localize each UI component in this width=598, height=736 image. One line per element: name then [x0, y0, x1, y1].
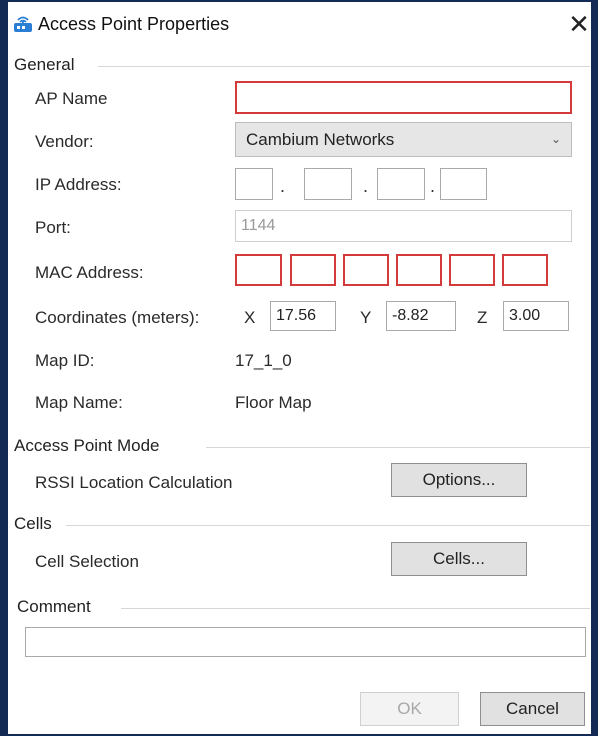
ip-separator: .	[363, 176, 369, 196]
coord-x-input[interactable]: 17.56	[270, 301, 336, 331]
general-group-header: General	[14, 55, 81, 75]
mac-part-2-input[interactable]	[290, 254, 336, 286]
ap-name-label: AP Name	[35, 89, 108, 108]
cancel-button[interactable]: Cancel	[480, 692, 585, 726]
chevron-down-icon: ⌄	[550, 132, 561, 146]
ip-octet-4-input[interactable]	[440, 168, 487, 200]
dialog-title: Access Point Properties	[38, 14, 230, 34]
mac-part-4-input[interactable]	[396, 254, 442, 286]
mode-group-divider	[206, 447, 590, 448]
mac-part-6-input[interactable]	[502, 254, 548, 286]
port-label: Port:	[35, 218, 71, 237]
rssi-calculation-label: RSSI Location Calculation	[35, 473, 233, 492]
map-name-value: Floor Map	[235, 393, 312, 412]
cells-group-divider	[66, 525, 590, 526]
map-id-value: 17_1_0	[235, 351, 292, 370]
cells-button[interactable]: Cells...	[391, 542, 527, 576]
mac-part-5-input[interactable]	[449, 254, 495, 286]
coord-y-label: Y	[360, 308, 372, 327]
access-point-properties-dialog: Access Point Properties ✕ General AP Nam…	[0, 0, 598, 736]
ip-octet-3-input[interactable]	[377, 168, 425, 200]
vendor-select[interactable]: Cambium Networks ⌄	[235, 122, 572, 157]
access-point-icon	[12, 12, 34, 34]
map-name-label: Map Name:	[35, 393, 123, 412]
map-id-label: Map ID:	[35, 351, 95, 370]
cell-selection-label: Cell Selection	[35, 552, 139, 571]
ip-octet-2-input[interactable]	[304, 168, 352, 200]
coord-x-label: X	[244, 308, 256, 327]
vendor-label: Vendor:	[35, 132, 94, 151]
cells-group-header: Cells	[14, 514, 58, 534]
ap-name-input[interactable]	[235, 81, 572, 114]
coord-z-label: Z	[477, 308, 488, 327]
ip-separator: .	[430, 176, 436, 196]
vendor-selected-value: Cambium Networks	[246, 130, 395, 149]
mode-group-header: Access Point Mode	[14, 436, 166, 456]
ip-address-label: IP Address:	[35, 175, 122, 194]
mac-part-3-input[interactable]	[343, 254, 389, 286]
close-icon: ✕	[568, 9, 590, 39]
coord-z-input[interactable]: 3.00	[503, 301, 569, 331]
port-input[interactable]: 1144	[235, 210, 572, 242]
options-button[interactable]: Options...	[391, 463, 527, 497]
ok-button[interactable]: OK	[360, 692, 459, 726]
ip-separator: .	[280, 176, 286, 196]
ip-octet-1-input[interactable]	[235, 168, 273, 200]
mac-address-label: MAC Address:	[35, 263, 144, 282]
mac-part-1-input[interactable]	[235, 254, 282, 286]
comment-input[interactable]	[25, 627, 586, 657]
general-group-divider	[98, 66, 590, 67]
coordinates-label: Coordinates (meters):	[35, 308, 200, 327]
comment-group-divider	[121, 608, 590, 609]
comment-group-header: Comment	[17, 597, 97, 617]
close-button[interactable]: ✕	[563, 8, 595, 40]
coord-y-input[interactable]: -8.82	[386, 301, 456, 331]
